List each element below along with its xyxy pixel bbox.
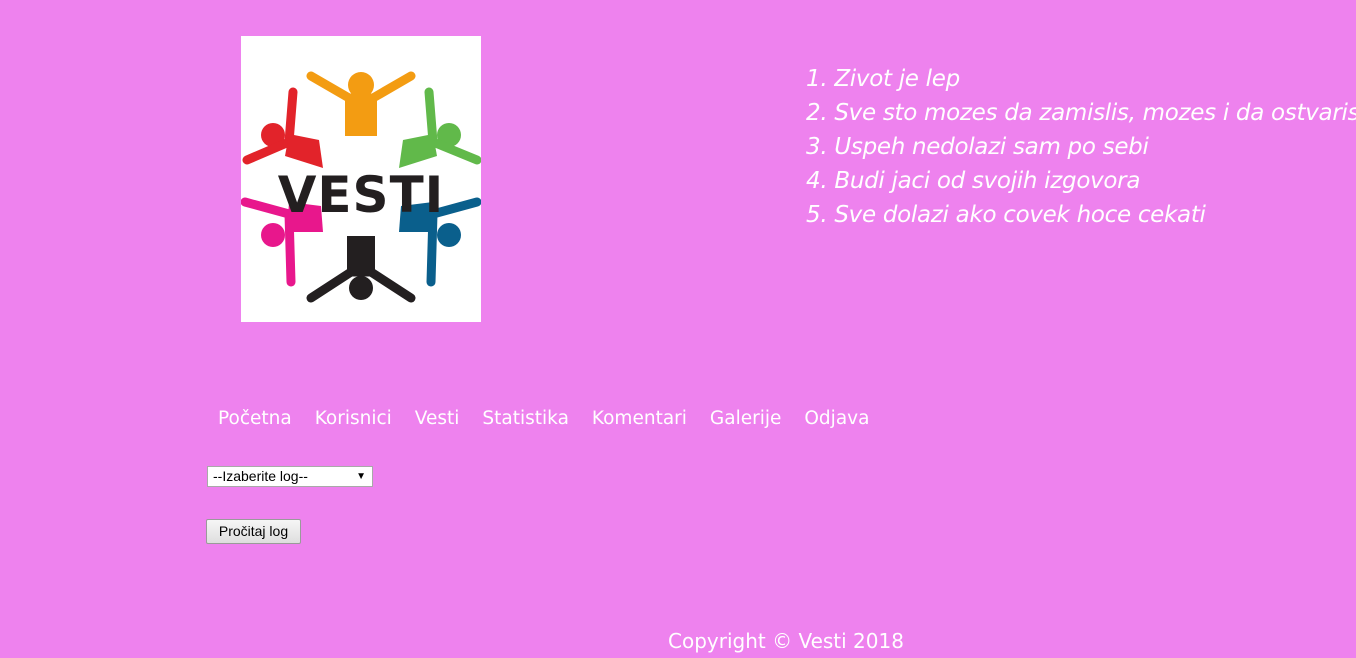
nav-item-vesti[interactable]: Vesti: [415, 406, 460, 432]
quote-item: 5. Sve dolazi ako covek hoce cekati: [806, 202, 1206, 228]
log-select-value: --Izaberite log--: [213, 468, 308, 484]
nav-item-odjava[interactable]: Odjava: [804, 406, 869, 432]
logo-text: VESTI: [278, 166, 445, 224]
nav-item-korisnici[interactable]: Korisnici: [315, 406, 392, 432]
quote-item: 1. Zivot je lep: [806, 66, 960, 92]
quotes-list: 1. Zivot je lep 2. Sve sto mozes da zami…: [806, 62, 1356, 232]
logo-figure-orange: [306, 71, 416, 136]
quote-item: 2. Sve sto mozes da zamislis, mozes i da…: [806, 100, 1356, 126]
nav-item-komentari[interactable]: Komentari: [592, 406, 687, 432]
quote-item: 4. Budi jaci od svojih izgovora: [806, 168, 1141, 194]
nav-item-galerije[interactable]: Galerije: [710, 406, 781, 432]
dropdown-arrow-icon: ▼: [356, 471, 366, 482]
vesti-logo: VESTI: [241, 36, 481, 322]
logo-graphic: VESTI: [241, 71, 481, 303]
log-select[interactable]: --Izaberite log-- ▼: [207, 466, 373, 487]
logo-figure-green: [399, 87, 481, 168]
footer-copyright: Copyright © Vesti 2018: [668, 629, 904, 653]
quote-item: 3. Uspeh nedolazi sam po sebi: [806, 134, 1149, 160]
logo-figure-red: [242, 87, 323, 168]
nav-item-statistika[interactable]: Statistika: [482, 406, 568, 432]
logo-figure-dark: [306, 236, 416, 303]
read-log-button[interactable]: Pročitaj log: [206, 519, 301, 544]
main-nav: Početna Korisnici Vesti Statistika Komen…: [218, 406, 892, 432]
nav-item-pocetna[interactable]: Početna: [218, 406, 292, 432]
